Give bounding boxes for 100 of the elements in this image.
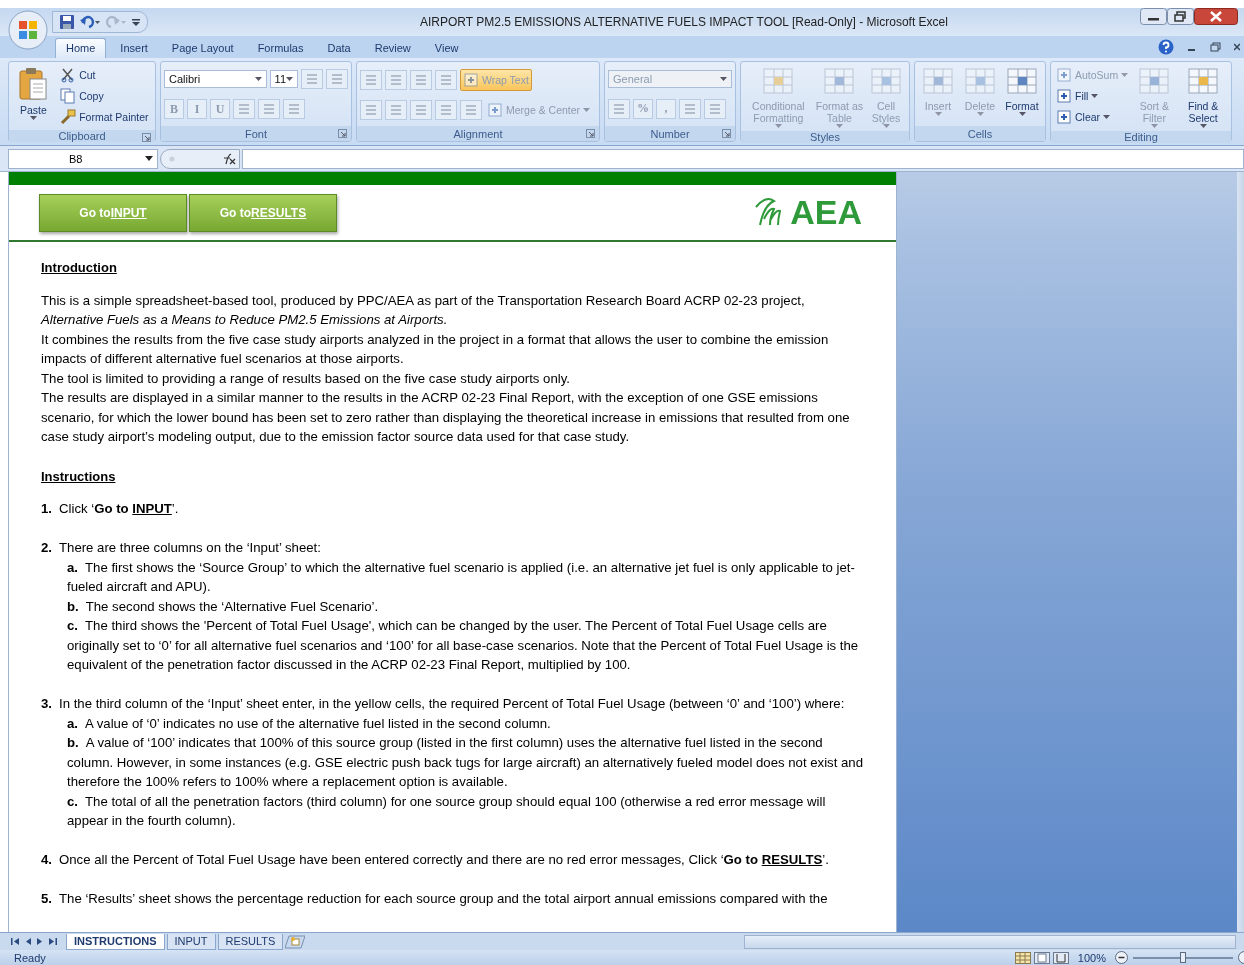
zoom-level: 100% (1077, 951, 1106, 964)
dropdown-field[interactable]: 11 (269, 70, 298, 88)
instruction-step: 3. In the third column of the ‘Input’ sheet enter, in the yellow cells, the required Percent of Total Fuel Usage (between ‘0’ and ‘100’) where: (41, 694, 866, 714)
insert-sheet-icon[interactable] (285, 934, 306, 949)
instruction-step: 5. The ‘Results’ sheet shows the percentage reduction for each source group and the total airport annual emissions compared with the (41, 889, 866, 909)
spreadsheet-icon (823, 67, 856, 97)
group-label: Cells (967, 127, 993, 140)
ribbon-tab[interactable]: Home (55, 38, 107, 58)
group-label: Number (650, 127, 690, 140)
instruction-step: 1. Click ‘Go to INPUT’. (41, 499, 866, 519)
ribbon-button[interactable]: Fill (1054, 86, 1131, 106)
caret-icon (145, 156, 153, 161)
restore-icon[interactable] (1167, 8, 1194, 25)
status-text: Ready (14, 951, 46, 964)
lines-icon (261, 101, 277, 117)
first-sheet-icon[interactable] (10, 937, 20, 946)
sheet-tab[interactable]: INPUT (166, 933, 216, 950)
instruction-substep: a. The first shows the ‘Source Group’ to which the alternative fuel scenario is applied (i.e. an alternative jet fuel is only applicable to jet-fueled aircraft and APU). (66, 558, 856, 596)
ribbon-button[interactable]: Format Painter (58, 107, 151, 127)
tool-icon (1056, 67, 1072, 83)
spreadsheet-icon (1138, 67, 1171, 97)
launcher-icon[interactable] (586, 129, 595, 138)
restore-icon[interactable] (1210, 41, 1222, 53)
sheet-tab[interactable]: INSTRUCTIONS (66, 933, 165, 950)
ribbon-button[interactable]: Format (1002, 65, 1042, 116)
lines-icon (304, 71, 320, 87)
page-break-view-icon[interactable] (1052, 951, 1069, 964)
tool-icon (1056, 88, 1072, 104)
spreadsheet-icon (1006, 67, 1038, 97)
window-title: AIRPORT PM2.5 EMISSIONS ALTERNATIVE FUELS IMPACT TOOL [Read-Only] - Microsoft Excel (419, 15, 949, 29)
ribbon-tab[interactable]: Page Layout (161, 39, 244, 58)
paragraph: The results are displayed in a similar manner to the results in the ACRP 02-23 Final Report, with the exception of one GSE emissions scenario, for which the lower bound has been set to zero rather than displaying the theoretical increase in emissions that resulted from one case study airport’s modeling output, due to the emission factor source data used for that case study. (41, 389, 851, 446)
ribbon-tab[interactable]: View (424, 39, 469, 58)
ribbon-tab[interactable]: Data (317, 39, 361, 58)
redo-icon (105, 14, 127, 30)
paragraph: The tool is limited to providing a range of results based on the five case study airports only. (41, 369, 571, 388)
paragraph: Alternative Fuels as a Means to Reduce PM2.5 Emissions at Airports. (41, 311, 449, 329)
group-label: Font (245, 127, 267, 140)
group-label: Styles (810, 131, 840, 143)
instruction-substep: b. The second shows the ‘Alternative Fuel Scenario’. (66, 597, 380, 616)
close-icon[interactable] (1234, 41, 1240, 53)
help-icon[interactable] (1158, 39, 1174, 55)
paragraph: This is a simple spreadsheet-based tool, produced by PPC/AEA as part of the Transportation Research Board ACRP 02-23 project, (41, 291, 806, 310)
normal-view-icon[interactable] (1014, 951, 1031, 964)
function-icon[interactable] (160, 148, 240, 169)
previous-sheet-icon[interactable] (24, 937, 32, 946)
launcher-icon[interactable] (338, 129, 347, 138)
name-box[interactable]: B8 (8, 148, 158, 169)
instruction-substep: b. A value of ‘100’ indicates that 100% of this source group (listed in the first column) uses the alternative fuel listed in the second column. However, in some instances (e.g. GSE electric push back tugs for large aircraft) an alternatively fueled model does not exist and therefore the 100% refers to 100% where a replacement option is available. (66, 734, 865, 791)
lines-icon (329, 71, 345, 87)
spreadsheet-icon (1187, 67, 1220, 97)
ribbon-tab[interactable]: Formulas (247, 39, 314, 58)
save-icon[interactable] (59, 14, 75, 30)
ribbon-button[interactable]: Copy (58, 86, 151, 106)
close-icon[interactable] (1194, 8, 1238, 25)
horizontal-scrollbar[interactable] (744, 934, 1236, 949)
formula-input[interactable] (242, 148, 1244, 169)
ribbon-tab[interactable]: Insert (110, 39, 158, 58)
instruction-substep: a. A value of ‘0’ indicates no use of the alternative fuel listed in the second column. (66, 714, 552, 733)
launcher-icon[interactable] (142, 133, 151, 142)
page-layout-view-icon[interactable] (1033, 951, 1050, 964)
undo-icon[interactable] (79, 14, 101, 30)
sheet-tab[interactable]: RESULTS (217, 933, 284, 950)
zoom-out-icon[interactable] (1115, 951, 1128, 964)
tool-icon (1056, 109, 1072, 125)
caret-icon (720, 76, 727, 81)
next-sheet-icon[interactable] (36, 937, 44, 946)
ribbon-button[interactable]: Find & Select (1178, 65, 1228, 128)
instruction-step: 2. There are three columns on the ‘Input’ sheet: (41, 538, 866, 558)
spreadsheet-icon (922, 67, 954, 97)
paragraph: It combines the results from the five case study airports analyzed in the project in a format that allows the user to combine the emission impacts of different alternative fuel scenarios at those airports. (41, 330, 830, 368)
scissors-icon (60, 67, 77, 83)
dropdown-field[interactable]: Calibri (164, 70, 267, 88)
ribbon-button[interactable]: Clear (1054, 107, 1131, 127)
ribbon-button[interactable]: Paste (13, 65, 54, 120)
section-heading: Introduction (41, 259, 118, 277)
ribbon-button[interactable]: Cut (58, 65, 151, 85)
tool-icon (487, 101, 503, 118)
last-sheet-icon[interactable] (48, 937, 58, 946)
group-label: Alignment (453, 127, 503, 140)
lines-icon (286, 101, 302, 117)
caret-icon (254, 77, 262, 81)
group-label: Editing (1124, 131, 1158, 143)
section-heading: Instructions (41, 467, 117, 486)
minimize-icon[interactable] (1140, 8, 1167, 25)
paintbrush-icon (60, 109, 77, 125)
launcher-icon[interactable] (722, 129, 731, 138)
zoom-in-icon[interactable] (1238, 951, 1244, 964)
ribbon-tab[interactable]: Review (364, 39, 421, 58)
instruction-step: 4. Once all the Percent of Total Fuel Usage have been entered correctly and there are no red error messages, Click ‘Go to RESULTS’. (41, 850, 866, 870)
caret-icon (286, 77, 293, 81)
instruction-substep: c. The total of all the penetration factors (third column) for one source group should equal 100 (otherwise a red error message will appear in the fourth column). (66, 792, 827, 830)
instruction-substep: c. The third shows the 'Percent of Total Fuel Usage', which can be changed by the user. The Percent of Total Fuel Usage cells are originally set to ‘0’ for all alternative fuel scenarios and ‘100’ for all base-case scenarios. Note that the Percent of Total Fuel Usage is the equivalent of the penetration factor discussed in the ACRP 02-23 Final Report, multiplied by 100. (66, 617, 860, 674)
logo-text: AEA (790, 193, 862, 232)
clipboard-icon (18, 67, 49, 101)
vertical-scrollbar[interactable] (1237, 172, 1244, 932)
spreadsheet-icon (964, 67, 996, 97)
copy-icon (60, 88, 77, 104)
group-label: Clipboard (58, 130, 106, 142)
tool-icon (463, 71, 479, 88)
